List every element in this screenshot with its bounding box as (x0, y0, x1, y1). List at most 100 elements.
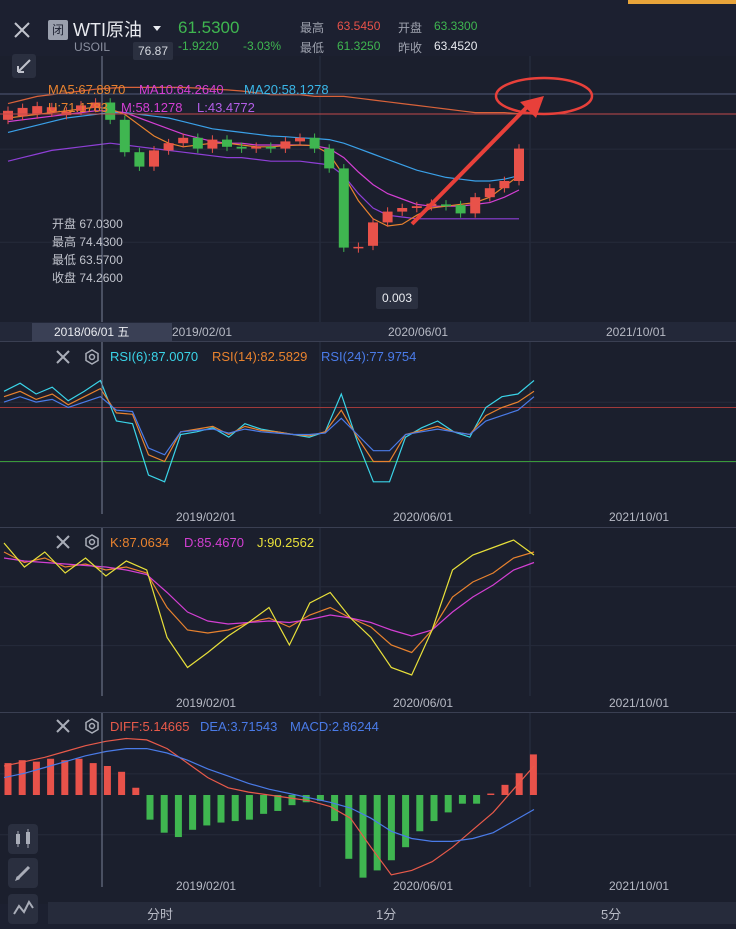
candle-body (397, 208, 408, 212)
candle-body (17, 107, 28, 117)
candle-body (192, 137, 203, 149)
macd-bar (18, 760, 26, 795)
k-label: K:87.0634 (110, 535, 170, 550)
chevron-down-icon[interactable] (153, 26, 161, 31)
macd-chart[interactable] (0, 713, 736, 904)
rsi14-line (3, 387, 535, 463)
rsi-axis-date: 2019/02/01 (176, 510, 237, 524)
macd-bar (89, 763, 97, 795)
draw-pencil-icon[interactable] (8, 858, 38, 888)
ohlc-row: 最高 74.4300 (52, 235, 123, 249)
macd-bar (160, 795, 168, 833)
kdj-axis-date: 2021/10/01 (609, 696, 670, 710)
macd-label: MACD:2.86244 (290, 719, 379, 734)
rsi-settings-icon[interactable] (84, 349, 100, 365)
candle-body (499, 181, 510, 189)
macd-bar (61, 760, 69, 795)
candle-body (178, 137, 189, 144)
macd-bar (416, 795, 424, 832)
macd-bar (32, 761, 40, 795)
j-line (3, 539, 535, 676)
macd-bar (501, 784, 509, 795)
low-label: 最低 (300, 41, 325, 55)
rsi-axis-date: 2021/10/01 (609, 510, 670, 524)
prev-close-label: 昨收 (398, 41, 423, 55)
candle-body (280, 141, 291, 149)
candle-body (295, 137, 305, 142)
ma5-label: MA5:67.8970 (48, 82, 126, 97)
candle-body (265, 146, 276, 149)
candle-body (338, 168, 349, 248)
kdj-chart[interactable] (0, 528, 736, 712)
boll-lower-line (7, 142, 519, 220)
macd-bar (345, 795, 353, 859)
close-icon[interactable] (12, 20, 32, 40)
macd-bar (387, 795, 395, 861)
candle-body (368, 222, 378, 246)
tab-timeshare[interactable]: 分时 (147, 904, 173, 924)
rsi-chart[interactable] (0, 342, 736, 527)
candle-body (236, 146, 247, 149)
macd-bar (203, 795, 211, 826)
indicator-tool-icon[interactable] (8, 894, 38, 924)
close-kdj-icon[interactable] (54, 533, 72, 551)
candle-body (222, 139, 232, 147)
candle-body (441, 204, 451, 207)
candle-body (149, 150, 159, 167)
macd-bar (132, 787, 140, 795)
candle-body (251, 146, 262, 149)
max-price-marker: 76.87 (133, 42, 174, 60)
prev-close-value: 63.4520 (434, 39, 478, 53)
macd-bar (515, 773, 523, 795)
ohlc-row: 最低 63.5700 (52, 253, 123, 267)
boll-mid-label: M:58.1278 (121, 100, 183, 115)
k-line (3, 551, 535, 654)
ohlc-row: 开盘 67.0300 (52, 217, 123, 231)
candle-body (470, 197, 481, 214)
candle-body (32, 106, 43, 115)
macd-bar (103, 766, 111, 795)
kdj-settings-icon[interactable] (84, 534, 100, 550)
symbol-code: USOIL (74, 40, 111, 54)
symbol-name[interactable]: WTI原油 (73, 16, 142, 42)
macd-bar (473, 795, 481, 804)
candle-body (455, 205, 466, 214)
close-rsi-icon[interactable] (54, 348, 72, 366)
rsi24-line (3, 396, 535, 456)
candle-body (411, 206, 422, 208)
rsi6-label: RSI(6):87.0070 (110, 349, 199, 364)
last-price: 61.5300 (178, 18, 240, 37)
candle-body (484, 188, 495, 198)
main-chart[interactable] (0, 56, 736, 341)
boll-upper-label: U:71.1783 (48, 100, 108, 115)
open-value: 63.3300 (434, 19, 478, 33)
top-right-accent (628, 0, 736, 4)
diff-label: DIFF:5.14665 (110, 719, 190, 734)
open-label: 开盘 (398, 21, 423, 35)
main-axis-date: 2019/02/01 (172, 325, 233, 339)
candle-body (119, 119, 130, 153)
d-label: D:85.4670 (184, 535, 244, 550)
macd-axis-date: 2020/06/01 (393, 879, 454, 893)
main-axis-date: 2021/10/01 (606, 325, 667, 339)
macd-bar (245, 795, 253, 820)
ohlc-row: 收盘 74.2600 (52, 271, 123, 285)
tab-5min[interactable]: 5分 (601, 904, 621, 924)
high-value: 63.5450 (337, 19, 381, 33)
ma5-line (7, 106, 520, 227)
rsi14-label: RSI(14):82.5829 (212, 349, 308, 364)
price-change: -1.9220 (178, 39, 219, 53)
candle-body (207, 139, 218, 149)
ma10-label: MA10:64.2640 (139, 82, 224, 97)
min-price-marker: 0.003 (376, 287, 419, 309)
cursor-date-label: 2018/06/01 五 (32, 323, 172, 341)
macd-settings-icon[interactable] (84, 718, 100, 734)
candlestick-tool-icon[interactable] (8, 824, 38, 854)
kdj-axis-date: 2020/06/01 (393, 696, 454, 710)
macd-bar (231, 795, 239, 822)
close-macd-icon[interactable] (54, 717, 72, 735)
macd-bar (174, 795, 182, 838)
tab-1min[interactable]: 1分 (376, 904, 396, 924)
macd-bar (75, 758, 83, 795)
macd-bar (458, 795, 466, 804)
